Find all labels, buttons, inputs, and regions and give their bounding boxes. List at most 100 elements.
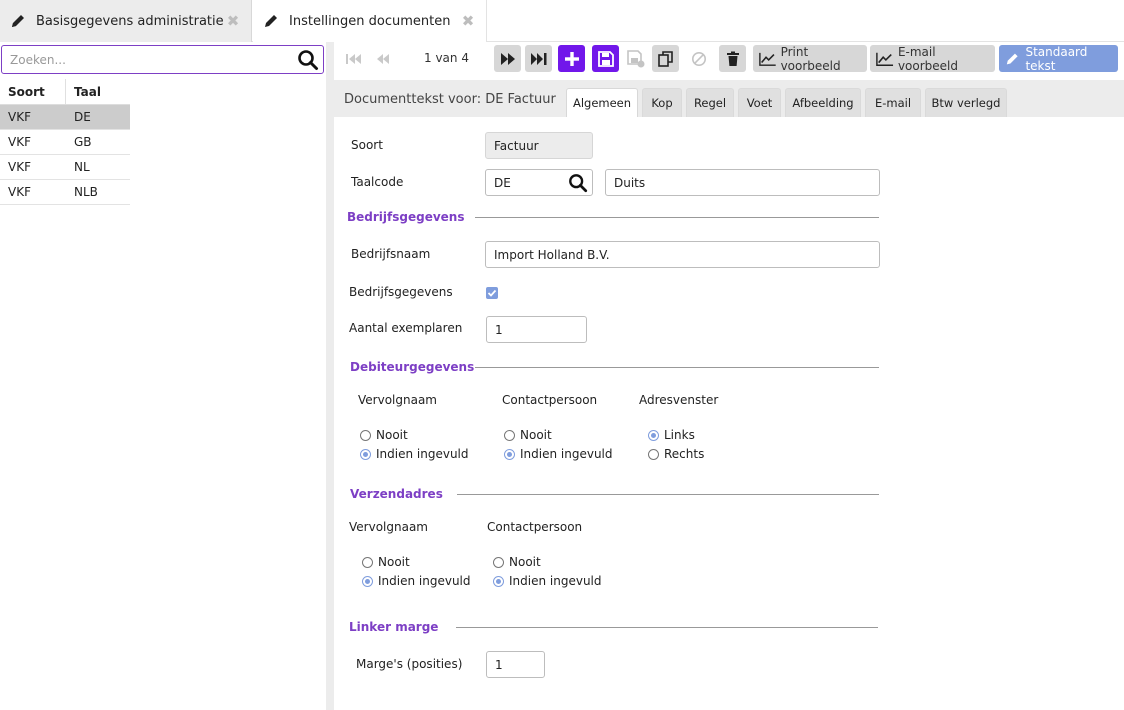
taalcode-label: Taalcode [351,175,404,189]
toolbar: 1 van 4 Print voorbeeld E-mail voorbeeld… [334,42,1124,78]
adresvenster-links-radio[interactable]: Links [648,428,695,442]
last-record-button[interactable] [525,45,552,72]
vz-vervolgnaam-indien-radio[interactable]: Indien ingevuld [362,574,471,588]
close-icon[interactable]: ✖ [460,13,476,29]
first-record-icon [342,45,364,72]
panel-splitter[interactable] [326,42,334,710]
cell-taal: GB [74,135,92,149]
tab-regel[interactable]: Regel [686,88,734,117]
tab-basisgegevens[interactable]: Basisgegevens administratie ✖ [0,0,252,42]
cancel-icon [688,45,710,72]
deb-vervolgnaam-nooit-radio[interactable]: Nooit [360,428,408,442]
grid-row[interactable]: VKF NLB [0,180,130,205]
vz-contactpersoon-label: Contactpersoon [487,520,583,534]
cell-soort: VKF [8,185,31,199]
tab-label: Instellingen documenten [289,13,451,29]
save-button[interactable] [592,45,619,72]
radio-dot [360,448,371,460]
radio-dot [504,448,515,460]
search-icon[interactable] [297,49,319,71]
radio-dot [362,575,373,587]
email-preview-label: E-mail voorbeeld [897,44,958,73]
grid-row[interactable]: VKF NL [0,155,130,180]
tab-email[interactable]: E-mail [865,88,921,117]
close-icon[interactable]: ✖ [225,13,241,29]
trash-icon [726,51,739,66]
vz-contactpersoon-nooit-radio[interactable]: Nooit [493,555,541,569]
section-linker-marge: Linker marge [349,620,439,634]
column-header-taal[interactable]: Taal [66,79,130,104]
radio-label: Indien ingevuld [378,574,471,588]
pencil-icon [10,12,28,30]
left-panel: Soort Taal VKF DE VKF GB VKF NL VKF NLB [0,42,327,710]
adresvenster-rechts-radio[interactable]: Rechts [648,447,704,461]
pencil-icon [1006,53,1018,64]
deb-vervolgnaam-label: Vervolgnaam [358,393,437,407]
print-preview-label: Print voorbeeld [780,44,841,73]
deb-contactpersoon-nooit-radio[interactable]: Nooit [504,428,552,442]
tab-instellingen-documenten[interactable]: Instellingen documenten ✖ [253,0,487,42]
pager-indicator: 1 van 4 [424,51,469,65]
add-button[interactable] [558,45,585,72]
delete-button[interactable] [719,45,746,72]
cell-taal: NL [74,160,90,174]
tab-label: Basisgegevens administratie [36,13,224,29]
search-input[interactable] [2,46,282,73]
marge-label: Marge's (posities) [356,657,463,671]
save-as-icon [625,45,647,72]
radio-dot [493,575,504,587]
floppy-icon [597,50,614,67]
tab-btw-verlegd[interactable]: Btw verlegd [925,88,1007,117]
aantal-exemplaren-field[interactable]: 1 [486,316,587,343]
cell-taal: NLB [74,185,98,199]
radio-dot [648,429,659,441]
tab-kop[interactable]: Kop [642,88,682,117]
grid-header: Soort Taal [0,79,130,105]
column-header-soort[interactable]: Soort [0,79,66,104]
plus-icon [564,51,579,66]
radio-label: Nooit [509,555,541,569]
vz-vervolgnaam-nooit-radio[interactable]: Nooit [362,555,410,569]
tab-voet[interactable]: Voet [738,88,781,117]
section-divider [456,627,878,628]
cell-taal: DE [74,110,91,124]
radio-dot [504,429,515,441]
radio-label: Nooit [520,428,552,442]
grid-row[interactable]: VKF GB [0,130,130,155]
taalcode-field[interactable]: DE [485,169,593,196]
tab-afbeelding[interactable]: Afbeelding [785,88,861,117]
vz-vervolgnaam-label: Vervolgnaam [349,520,428,534]
bedrijfsnaam-field[interactable]: Import Holland B.V. [485,241,880,268]
soort-field: Factuur [485,132,593,159]
general-form: Soort Factuur Taalcode DE Duits Bedrijfs… [334,117,1124,710]
copy-icon [657,50,673,67]
radio-label: Nooit [376,428,408,442]
copy-button[interactable] [652,45,679,72]
chart-icon [759,52,776,66]
vz-contactpersoon-indien-radio[interactable]: Indien ingevuld [493,574,602,588]
taalcode-value: DE [494,175,511,190]
checkmark-icon [487,289,497,297]
taal-description-field: Duits [605,169,880,196]
search-box [1,45,324,74]
deb-vervolgnaam-indien-radio[interactable]: Indien ingevuld [360,447,469,461]
radio-dot [648,448,659,460]
cell-soort: VKF [8,135,31,149]
last-icon [530,52,546,65]
bedrijfsgegevens-checkbox[interactable] [486,287,498,299]
tab-algemeen[interactable]: Algemeen [566,88,638,117]
radio-label: Indien ingevuld [520,447,613,461]
section-verzendadres: Verzendadres [350,487,443,501]
grid-row[interactable]: VKF DE [0,105,130,130]
radio-dot [362,556,373,568]
marge-field[interactable]: 1 [486,651,545,678]
radio-dot [493,556,504,568]
print-preview-button[interactable]: Print voorbeeld [753,44,867,73]
bedrijfsnaam-label: Bedrijfsnaam [351,247,431,261]
deb-contactpersoon-indien-radio[interactable]: Indien ingevuld [504,447,613,461]
standard-text-button[interactable]: Standaard tekst [999,45,1118,73]
search-icon[interactable] [568,173,588,196]
radio-label: Nooit [378,555,410,569]
email-preview-button[interactable]: E-mail voorbeeld [870,44,995,73]
next-record-button[interactable] [494,45,521,72]
